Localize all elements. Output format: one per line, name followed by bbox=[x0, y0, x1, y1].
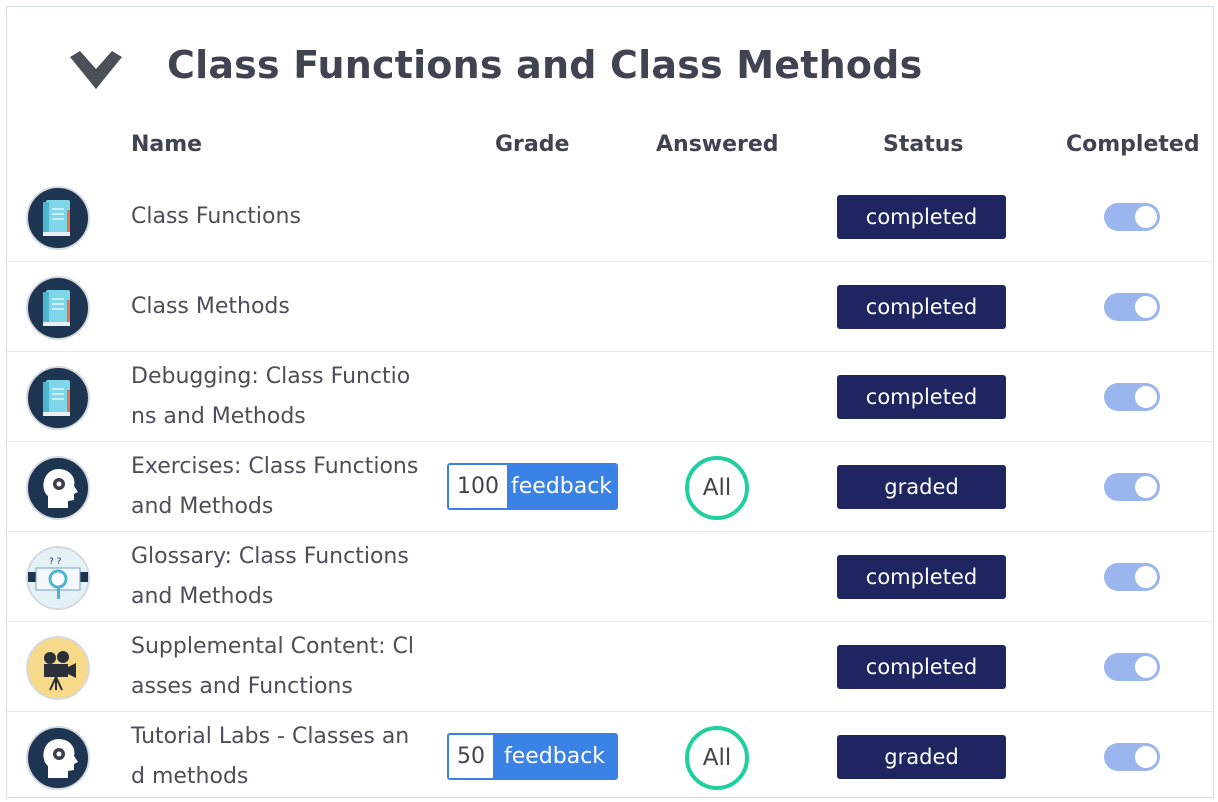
toggle-knob bbox=[1135, 656, 1157, 678]
assignment-name-link[interactable]: Glossary: Class Functions and Methods bbox=[131, 532, 421, 622]
assignment-name-link[interactable]: Class Functions bbox=[131, 172, 421, 262]
video-camera-icon bbox=[26, 636, 90, 700]
status-badge: graded bbox=[837, 465, 1006, 509]
toggle-knob bbox=[1135, 296, 1157, 318]
completed-toggle[interactable] bbox=[1104, 473, 1160, 501]
toggle-knob bbox=[1135, 386, 1157, 408]
completed-toggle[interactable] bbox=[1104, 293, 1160, 321]
column-header-grade: Grade bbox=[495, 132, 570, 157]
answered-badge: All bbox=[685, 456, 749, 520]
grade-score: 100 bbox=[449, 465, 507, 508]
status-badge: completed bbox=[837, 375, 1006, 419]
column-header-answered: Answered bbox=[656, 132, 779, 157]
module-title: Class Functions and Class Methods bbox=[167, 43, 923, 87]
status-badge: completed bbox=[837, 285, 1006, 329]
assignment-row: Class Functions completed bbox=[7, 172, 1213, 262]
module-panel: Class Functions and Class Methods Name G… bbox=[6, 6, 1214, 798]
assignment-name-link[interactable]: Exercises: Class Functions and Methods bbox=[131, 442, 421, 532]
assignment-row: Supplemental Content: Classes and Functi… bbox=[7, 622, 1213, 712]
status-badge: completed bbox=[837, 195, 1006, 239]
grade-box: 50 feedback bbox=[447, 733, 618, 780]
glossary-magnifier-icon: ? ? bbox=[26, 546, 90, 610]
completed-toggle[interactable] bbox=[1104, 383, 1160, 411]
status-badge: completed bbox=[837, 555, 1006, 599]
grade-score: 50 bbox=[449, 735, 493, 778]
toggle-knob bbox=[1135, 476, 1157, 498]
completed-toggle[interactable] bbox=[1104, 653, 1160, 681]
assignment-row: Exercises: Class Functions and Methods 10… bbox=[7, 442, 1213, 532]
head-gear-icon bbox=[26, 726, 90, 790]
assignment-row: Class Methods completed bbox=[7, 262, 1213, 352]
column-header-completed: Completed bbox=[1066, 132, 1200, 157]
column-header-name: Name bbox=[131, 132, 203, 157]
svg-text:? ?: ? ? bbox=[49, 557, 62, 567]
assignment-name-link[interactable]: Debugging: Class Functions and Methods bbox=[131, 352, 421, 442]
feedback-button[interactable]: feedback bbox=[493, 735, 616, 778]
assignment-name-link[interactable]: Tutorial Labs - Classes and methods bbox=[131, 712, 421, 802]
completed-toggle[interactable] bbox=[1104, 203, 1160, 231]
toggle-knob bbox=[1135, 206, 1157, 228]
assignment-name-link[interactable]: Class Methods bbox=[131, 262, 421, 352]
book-icon bbox=[26, 276, 90, 340]
completed-toggle[interactable] bbox=[1104, 563, 1160, 591]
chevron-down-icon[interactable] bbox=[70, 51, 122, 95]
assignment-row: ? ? Glossary: Class Functions and Method… bbox=[7, 532, 1213, 622]
status-badge: completed bbox=[837, 645, 1006, 689]
book-icon bbox=[26, 186, 90, 250]
answered-badge: All bbox=[685, 726, 749, 790]
feedback-button[interactable]: feedback bbox=[507, 465, 616, 508]
assignment-row: Debugging: Class Functions and Methods co… bbox=[7, 352, 1213, 442]
toggle-knob bbox=[1135, 746, 1157, 768]
assignment-name-link[interactable]: Supplemental Content: Classes and Functi… bbox=[131, 622, 421, 712]
module-header: Class Functions and Class Methods bbox=[7, 7, 1213, 127]
toggle-knob bbox=[1135, 566, 1157, 588]
completed-toggle[interactable] bbox=[1104, 743, 1160, 771]
head-gear-icon bbox=[26, 456, 90, 520]
grade-box: 100 feedback bbox=[447, 463, 618, 510]
assignment-row: Tutorial Labs - Classes and methods 50 fee… bbox=[7, 712, 1213, 802]
book-icon bbox=[26, 366, 90, 430]
column-header-status: Status bbox=[883, 132, 964, 157]
status-badge: graded bbox=[837, 735, 1006, 779]
